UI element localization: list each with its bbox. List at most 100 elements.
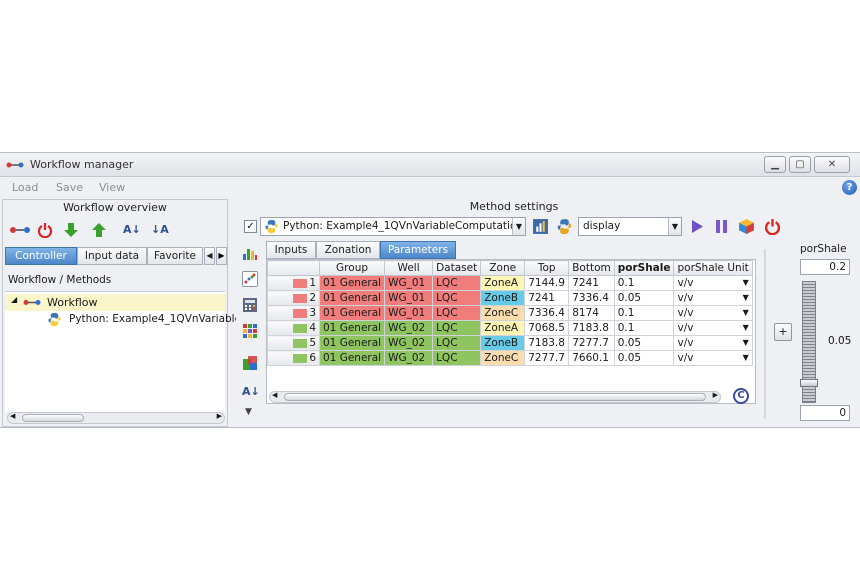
help-icon[interactable]: ? — [842, 180, 857, 195]
table-row[interactable]: 3 01 General WG_01 LQC ZoneC 7336.4 8174 0.1 v/v… — [267, 305, 753, 321]
group-cell[interactable]: 01 General — [318, 290, 386, 306]
method-enable-checkbox[interactable]: ✓ — [244, 220, 257, 233]
dataset-cell[interactable]: LQC — [432, 305, 482, 321]
refresh-icon[interactable]: C — [733, 388, 749, 404]
column-header-porshale-unit[interactable]: porShale Unit — [673, 260, 753, 276]
dataset-cell[interactable]: LQC — [432, 350, 482, 366]
arrow-up-icon[interactable] — [91, 222, 107, 238]
porshale-cell[interactable]: 0.1 — [613, 275, 675, 291]
well-cell[interactable]: WG_02 — [384, 350, 434, 366]
calculator-icon[interactable] — [242, 297, 258, 313]
scroll-left-arrow-icon[interactable]: ◀ — [272, 391, 277, 399]
ascending-icon[interactable]: ↓A — [151, 222, 169, 238]
arrow-down-icon[interactable] — [63, 222, 79, 238]
top-cell[interactable]: 7336.4 — [524, 305, 570, 321]
slider-min-input[interactable]: 0 — [800, 405, 850, 421]
well-cell[interactable]: WG_01 — [384, 305, 434, 321]
porshale-cell[interactable]: 0.05 — [613, 335, 675, 351]
save-chart-icon[interactable] — [532, 218, 549, 235]
porshale-cell[interactable]: 0.1 — [613, 320, 675, 336]
tab-scroll-right-button[interactable]: ▶ — [216, 247, 227, 265]
bottom-cell[interactable]: 7336.4 — [568, 290, 615, 306]
crossplot-icon[interactable] — [242, 271, 258, 287]
top-cell[interactable]: 7144.9 — [524, 275, 570, 291]
porshale-cell[interactable]: 0.05 — [613, 290, 675, 306]
panel-divider[interactable] — [764, 249, 766, 419]
group-cell[interactable]: 01 General — [318, 335, 386, 351]
tab-input-data[interactable]: Input data — [77, 247, 147, 265]
row-number-cell[interactable]: 5 — [267, 335, 320, 351]
table-row[interactable]: 2 01 General WG_01 LQC ZoneB 7241 7336.4 0.05 v/… — [267, 290, 753, 306]
group-cell[interactable]: 01 General — [318, 275, 386, 291]
tab-parameters[interactable]: Parameters — [380, 241, 456, 259]
menu-load[interactable]: Load — [12, 181, 38, 194]
unit-cell[interactable]: v/v ▼ — [673, 335, 753, 351]
column-header-group[interactable]: Group — [318, 260, 386, 276]
bottom-cell[interactable]: 7277.7 — [568, 335, 615, 351]
group-cell[interactable]: 01 General — [318, 350, 386, 366]
pause-icon[interactable] — [714, 219, 729, 234]
chevron-down-icon[interactable]: ▼ — [743, 353, 749, 362]
play-icon[interactable] — [690, 219, 704, 234]
unit-cell[interactable]: v/v ▼ — [673, 275, 753, 291]
column-header-porshale[interactable]: porShale — [613, 260, 675, 276]
row-number-cell[interactable]: 6 — [267, 350, 320, 366]
grid-horizontal-scrollbar[interactable]: ◀ ▶ — [269, 391, 721, 403]
chevron-down-icon[interactable]: ▼ — [743, 308, 749, 317]
sort-ascending-icon[interactable]: A↓ — [242, 385, 260, 398]
group-cell[interactable]: 01 General — [318, 320, 386, 336]
zone-cell[interactable]: ZoneA — [480, 320, 526, 336]
tab-zonation[interactable]: Zonation — [316, 241, 380, 259]
unit-cell[interactable]: v/v ▼ — [673, 305, 753, 321]
zone-chart-icon[interactable] — [242, 355, 258, 371]
power-icon[interactable] — [37, 222, 53, 238]
menu-save[interactable]: Save — [56, 181, 83, 194]
sort-icon[interactable]: A↓ — [123, 222, 141, 238]
chevron-down-icon[interactable]: ▼ — [668, 218, 681, 235]
display-select[interactable]: display ▼ — [578, 217, 682, 236]
tab-scroll-left-button[interactable]: ◀ — [204, 247, 215, 265]
top-cell[interactable]: 7241 — [524, 290, 570, 306]
well-cell[interactable]: WG_02 — [384, 335, 434, 351]
power-icon[interactable] — [764, 218, 781, 235]
tab-inputs[interactable]: Inputs — [266, 241, 316, 259]
left-horizontal-scrollbar[interactable]: ◀ ▶ — [7, 412, 225, 424]
color-grid-icon[interactable] — [242, 323, 258, 339]
row-number-cell[interactable]: 2 — [267, 290, 320, 306]
chevron-down-icon[interactable]: ▼ — [743, 293, 749, 302]
scroll-left-arrow-icon[interactable]: ◀ — [10, 412, 15, 420]
column-header-zone[interactable]: Zone — [480, 260, 526, 276]
sidebar-more-icon[interactable]: ▼ — [245, 407, 252, 417]
well-cell[interactable]: WG_01 — [384, 275, 434, 291]
column-header-top[interactable]: Top — [524, 260, 570, 276]
dataset-cell[interactable]: LQC — [432, 335, 482, 351]
scroll-right-arrow-icon[interactable]: ▶ — [713, 391, 718, 399]
restore-button[interactable]: ▢ — [789, 156, 811, 173]
zone-cell[interactable]: ZoneB — [480, 290, 526, 306]
row-number-cell[interactable]: 3 — [267, 305, 320, 321]
group-cell[interactable]: 01 General — [318, 305, 386, 321]
grid-scroll-thumb[interactable] — [284, 393, 706, 401]
column-header-well[interactable]: Well — [384, 260, 434, 276]
dataset-cell[interactable]: LQC — [432, 320, 482, 336]
table-row[interactable]: 4 01 General WG_02 LQC ZoneA 7068.5 7183.8 0.1 v… — [267, 320, 753, 336]
table-row[interactable]: 5 01 General WG_02 LQC ZoneB 7183.8 7277.7 0.05… — [267, 335, 753, 351]
slider-max-input[interactable]: 0.2 — [800, 259, 850, 275]
top-cell[interactable]: 7183.8 — [524, 335, 570, 351]
porshale-cell[interactable]: 0.05 — [613, 350, 675, 366]
top-cell[interactable]: 7068.5 — [524, 320, 570, 336]
column-header-bottom[interactable]: Bottom — [568, 260, 615, 276]
zone-cell[interactable]: ZoneC — [480, 350, 526, 366]
unit-cell[interactable]: v/v ▼ — [673, 350, 753, 366]
tab-favorite[interactable]: Favorite — [147, 247, 203, 265]
table-row[interactable]: 1 01 General WG_01 LQC ZoneA 7144.9 7241 0.1 v/v… — [267, 275, 753, 291]
tree-item-workflow[interactable]: ◢ Workflow — [5, 294, 225, 311]
scroll-right-arrow-icon[interactable]: ▶ — [217, 412, 222, 420]
bottom-cell[interactable]: 7241 — [568, 275, 615, 291]
tab-controller[interactable]: Controller — [5, 247, 77, 265]
expand-triangle-icon[interactable]: ◢ — [11, 295, 17, 304]
chevron-down-icon[interactable]: ▼ — [743, 323, 749, 332]
unit-cell[interactable]: v/v ▼ — [673, 290, 753, 306]
zone-cell[interactable]: ZoneB — [480, 335, 526, 351]
tree-item-python-method[interactable]: Python: Example4_1QVnVariable — [5, 312, 241, 329]
